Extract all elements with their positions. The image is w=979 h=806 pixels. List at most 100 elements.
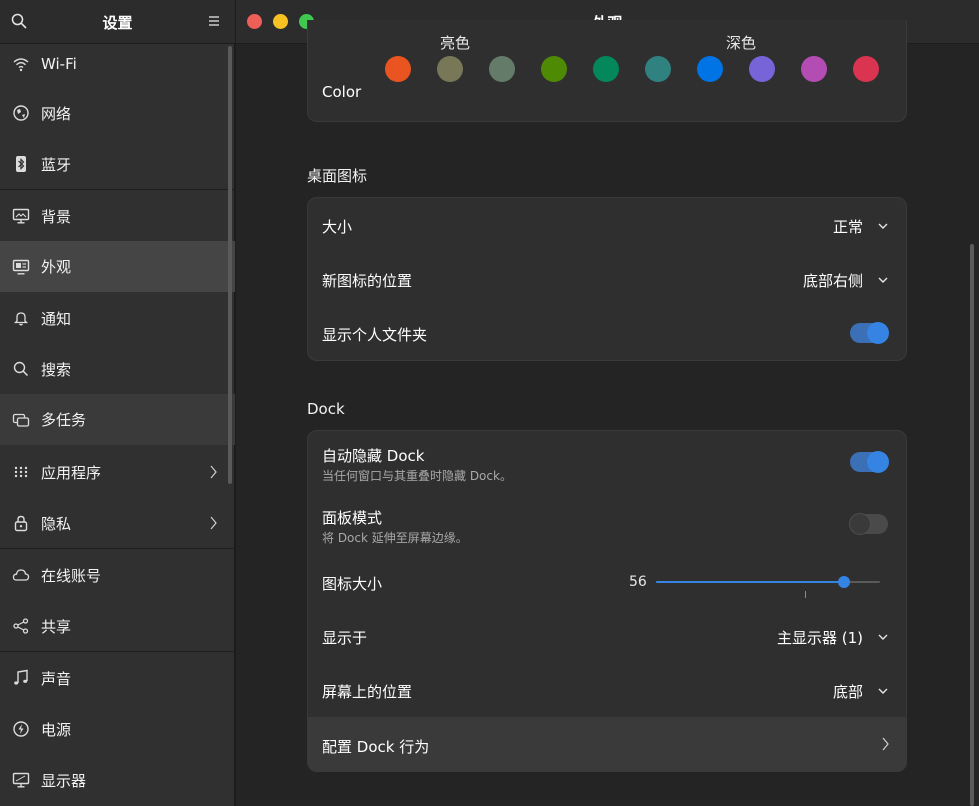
chevron-right-icon [882,737,889,751]
sidebar-item-wifi[interactable]: Wi-Fi [0,39,235,89]
sidebar-item-label: 通知 [41,309,72,328]
share-icon [13,618,29,634]
row-value: 正常 [832,218,863,236]
main-content: 外观 亮色 深色 Color 桌面图标 大小 正常 新图标的位置 底部右侧 显示… [236,0,979,806]
sidebar-item-displays[interactable]: 显示器 [0,755,235,805]
new-icon-position-row[interactable]: 新图标的位置 底部右侧 [308,252,906,306]
sidebar-title: 设置 [102,14,133,32]
sidebar-item-power[interactable]: 电源 [0,704,235,754]
sidebar-header: 设置 [0,0,235,44]
lock-icon [14,515,28,532]
row-subtitle: 将 Dock 延伸至屏幕边缘。 [322,531,468,545]
sidebar-item-network[interactable]: 网络 [0,88,235,138]
sidebar-separator [0,189,235,190]
row-label: 大小 [322,218,353,236]
section-title-desktop-icons: 桌面图标 [307,167,368,185]
apps-grid-icon [14,466,28,478]
color-swatch[interactable] [541,56,567,82]
sidebar-item-label: 网络 [41,104,72,123]
chevron-right-icon [210,516,217,530]
sidebar-item-bluetooth[interactable]: 蓝牙 [0,139,235,189]
section-title-dock: Dock [307,400,345,418]
color-label: Color [322,83,362,101]
row-value: 主显示器 (1) [776,629,863,647]
sidebar-scrollbar[interactable] [228,46,232,484]
panel-mode-switch[interactable] [849,513,888,535]
row-label: 显示于 [322,629,368,647]
screen-position-row[interactable]: 屏幕上的位置 底部 [308,663,906,717]
sidebar-item-sound[interactable]: 声音 [0,653,235,703]
configure-dock-row[interactable]: 配置 Dock 行为 [308,717,906,771]
cloud-icon [12,569,30,581]
multitasking-icon [12,413,30,427]
sidebar-item-privacy[interactable]: 隐私 [0,498,235,548]
sidebar-item-label: 共享 [41,617,72,636]
chevron-down-icon [878,688,888,694]
row-label: 面板模式 [322,509,383,527]
display-icon [12,772,30,788]
color-swatch[interactable] [593,56,619,82]
icon-size-slider-row: 图标大小 56 [308,555,906,609]
color-swatch[interactable] [437,56,463,82]
background-icon [12,208,30,224]
row-label: 图标大小 [322,575,383,593]
chevron-down-icon [878,634,888,640]
slider-handle[interactable] [838,576,851,588]
row-value: 底部 [832,683,863,701]
sidebar-separator [0,548,235,549]
autohide-row: 自动隐藏 Dock 当任何窗口与其重叠时隐藏 Dock。 [308,431,906,493]
music-note-icon [14,669,28,685]
color-swatch[interactable] [801,56,827,82]
sidebar-item-label: 显示器 [41,771,87,790]
autohide-switch[interactable] [850,451,889,473]
row-subtitle: 当任何窗口与其重叠时隐藏 Dock。 [322,469,512,483]
power-icon [13,721,29,737]
row-label: 新图标的位置 [322,272,413,290]
menu-icon[interactable] [208,14,220,28]
dock-card: 自动隐藏 Dock 当任何窗口与其重叠时隐藏 Dock。 面板模式 将 Dock… [307,430,907,772]
color-swatch[interactable] [853,56,879,82]
show-on-row[interactable]: 显示于 主显示器 (1) [308,609,906,663]
icon-size-row[interactable]: 大小 正常 [308,198,906,252]
slider-value: 56 [629,574,647,590]
sidebar-separator [0,651,235,652]
sidebar-item-background[interactable]: 背景 [0,191,235,241]
wifi-icon [13,58,29,72]
sidebar-item-sharing[interactable]: 共享 [0,601,235,651]
sidebar-item-multitasking[interactable]: 多任务 [0,394,235,445]
style-card: 亮色 深色 Color [307,20,907,122]
light-style-label[interactable]: 亮色 [440,32,470,53]
network-icon [13,105,29,121]
panel-mode-row: 面板模式 将 Dock 延伸至屏幕边缘。 [308,493,906,555]
color-swatch[interactable] [749,56,775,82]
bell-icon [13,312,29,326]
chevron-down-icon [878,277,888,283]
sidebar-item-label: 声音 [41,669,72,688]
sidebar-item-search[interactable]: 搜索 [0,344,235,394]
row-value: 底部右侧 [802,272,863,290]
chevron-right-icon [210,465,217,479]
sidebar-item-appearance[interactable]: 外观 [0,241,235,292]
slider-tick [805,591,806,598]
show-home-switch[interactable] [850,322,889,344]
sidebar-item-label: 蓝牙 [41,155,72,174]
sidebar-item-online-accounts[interactable]: 在线账号 [0,550,235,600]
sidebar-item-label: 搜索 [41,360,72,379]
color-swatch[interactable] [385,56,411,82]
row-label: 屏幕上的位置 [322,683,413,701]
color-swatch[interactable] [489,56,515,82]
search-icon [13,361,29,377]
dark-style-label[interactable]: 深色 [726,32,756,53]
sidebar-item-label: 应用程序 [41,463,102,482]
chevron-down-icon [878,223,888,229]
sidebar-item-label: 隐私 [41,514,72,533]
sidebar-item-label: 背景 [41,207,72,226]
sidebar-item-apps[interactable]: 应用程序 [0,447,235,497]
color-swatch[interactable] [645,56,671,82]
icon-size-slider[interactable] [656,576,880,588]
sidebar-item-notifications[interactable]: 通知 [0,293,235,343]
desktop-icons-card: 大小 正常 新图标的位置 底部右侧 显示个人文件夹 [307,197,907,361]
color-swatch[interactable] [697,56,723,82]
main-scrollbar[interactable] [970,244,974,806]
sidebar: 设置 Wi-Fi 网络 蓝牙 背景 外观 通知 搜索 多任务 应用程序 隐私 在… [0,0,235,806]
